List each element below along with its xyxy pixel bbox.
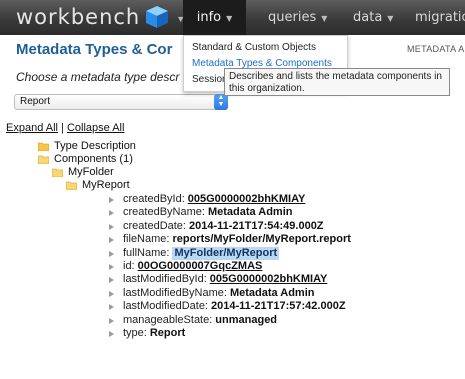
folder-open-icon <box>66 181 77 190</box>
field-key: type: <box>123 327 147 339</box>
bullet-icon <box>109 303 114 310</box>
collapse-all-link[interactable]: Collapse All <box>67 122 124 134</box>
menu-item-standard-custom-objects[interactable]: Standard & Custom Objects <box>192 42 316 53</box>
tree-node-type-description[interactable]: Type Description <box>38 140 136 153</box>
field-key: id: <box>123 260 135 272</box>
bullet-icon <box>109 317 114 324</box>
field-row: createdDate: 2014-11-21T17:54:49.000Z <box>108 220 324 233</box>
field-key: lastModifiedByName: <box>123 287 227 299</box>
bullet-icon <box>109 236 114 243</box>
field-key: createdByName: <box>123 206 205 218</box>
field-row: lastModifiedById: 005G0000002bhKMIAY <box>108 273 327 286</box>
field-key: lastModifiedById: <box>123 273 207 285</box>
field-key: lastModifiedDate: <box>123 300 208 312</box>
field-value-link[interactable]: 005G0000002bhKMIAY <box>210 273 328 286</box>
bullet-icon <box>109 276 114 283</box>
menu-item-session[interactable]: Session <box>192 74 228 85</box>
field-value: 2014-11-21T17:57:42.000Z <box>211 300 346 312</box>
field-row: fileName: reports/MyFolder/MyReport.repor… <box>108 233 351 246</box>
tree-label: MyReport <box>82 179 130 191</box>
field-value: unmanaged <box>215 314 278 326</box>
folder-open-icon <box>52 168 63 177</box>
nav-queries-label: queries <box>268 10 317 25</box>
bullet-icon <box>109 263 114 270</box>
bullet-icon <box>109 290 114 297</box>
field-row: createdById: 005G0000002bhKMIAY <box>108 193 305 206</box>
tree-label: MyFolder <box>68 166 114 178</box>
field-row: fullName: MyFolder/MyReport <box>108 247 280 260</box>
nav-migration[interactable]: migratio <box>415 0 465 35</box>
workbench-logo[interactable]: workbench ▼ <box>16 2 185 32</box>
select-value: Report <box>20 96 51 107</box>
folder-icon <box>38 142 49 151</box>
field-key: fullName: <box>123 247 170 259</box>
bullet-icon <box>109 330 114 337</box>
bullet-icon <box>109 223 114 230</box>
field-row: id: 00OG0000007GqcZMAS <box>108 260 262 273</box>
page-title: Metadata Types & Cor <box>16 41 173 58</box>
field-value: 2014-11-21T17:54:49.000Z <box>188 220 324 232</box>
field-key: fileName: <box>123 233 170 245</box>
link-separator: | <box>61 122 64 134</box>
logo-text: workbench <box>16 5 141 29</box>
tree-label: Type Description <box>54 140 136 152</box>
field-value: reports/MyFolder/MyReport.report <box>172 233 351 245</box>
tree-node-components[interactable]: Components (1) <box>38 153 133 166</box>
tree-label: Components (1) <box>54 153 133 165</box>
select-arrows-icon[interactable]: ▲ ▼ <box>214 94 228 110</box>
chevron-down-icon: ▼ <box>226 14 233 23</box>
field-row: lastModifiedDate: 2014-11-21T17:57:42.000… <box>108 300 346 313</box>
navbar: workbench ▼ info ▼ queries ▼ data ▼ migr… <box>0 0 465 35</box>
field-key: createdById: <box>123 193 185 205</box>
nav-data-label: data <box>353 10 383 25</box>
bullet-icon <box>109 250 114 257</box>
page-section-label: METADATA A <box>407 44 465 54</box>
field-row: createdByName: Metadata Admin <box>108 206 292 219</box>
tree-node-folder[interactable]: MyFolder <box>52 166 114 179</box>
bullet-icon <box>109 196 114 203</box>
tooltip: Describes and lists the metadata compone… <box>224 68 450 96</box>
chevron-down-icon: ▼ <box>387 14 394 23</box>
field-key: manageableState: <box>123 314 213 326</box>
field-row: lastModifiedByName: Metadata Admin <box>108 287 314 300</box>
field-value: Metadata Admin <box>229 287 315 299</box>
field-key: createdDate: <box>123 220 186 232</box>
field-row: manageableState: unmanaged <box>108 314 277 327</box>
field-value: MyFolder/MyReport <box>172 247 280 260</box>
field-value: Report <box>149 327 186 339</box>
field-value-link[interactable]: 005G0000002bhKMIAY <box>188 193 306 206</box>
nav-info-label: info <box>196 10 222 25</box>
field-row: type: Report <box>108 327 185 340</box>
expand-all-link[interactable]: Expand All <box>6 122 58 134</box>
chevron-down-icon: ▼ <box>321 14 328 23</box>
cube-icon <box>146 6 169 28</box>
field-value: Metadata Admin <box>207 206 293 218</box>
expand-collapse-links: Expand All | Collapse All <box>6 122 124 134</box>
nav-queries[interactable]: queries ▼ <box>268 0 327 35</box>
nav-info[interactable]: info ▼ <box>183 0 246 35</box>
folder-open-icon <box>38 155 49 164</box>
metadata-type-prompt: Choose a metadata type descr <box>16 70 180 84</box>
tree-node-report[interactable]: MyReport <box>66 179 130 192</box>
field-value-link[interactable]: 00OG0000007GqcZMAS <box>138 260 263 273</box>
nav-migration-label: migratio <box>415 10 465 25</box>
metadata-type-select[interactable]: Report ▲ ▼ <box>14 94 228 110</box>
nav-data[interactable]: data ▼ <box>353 0 393 35</box>
bullet-icon <box>109 209 114 216</box>
